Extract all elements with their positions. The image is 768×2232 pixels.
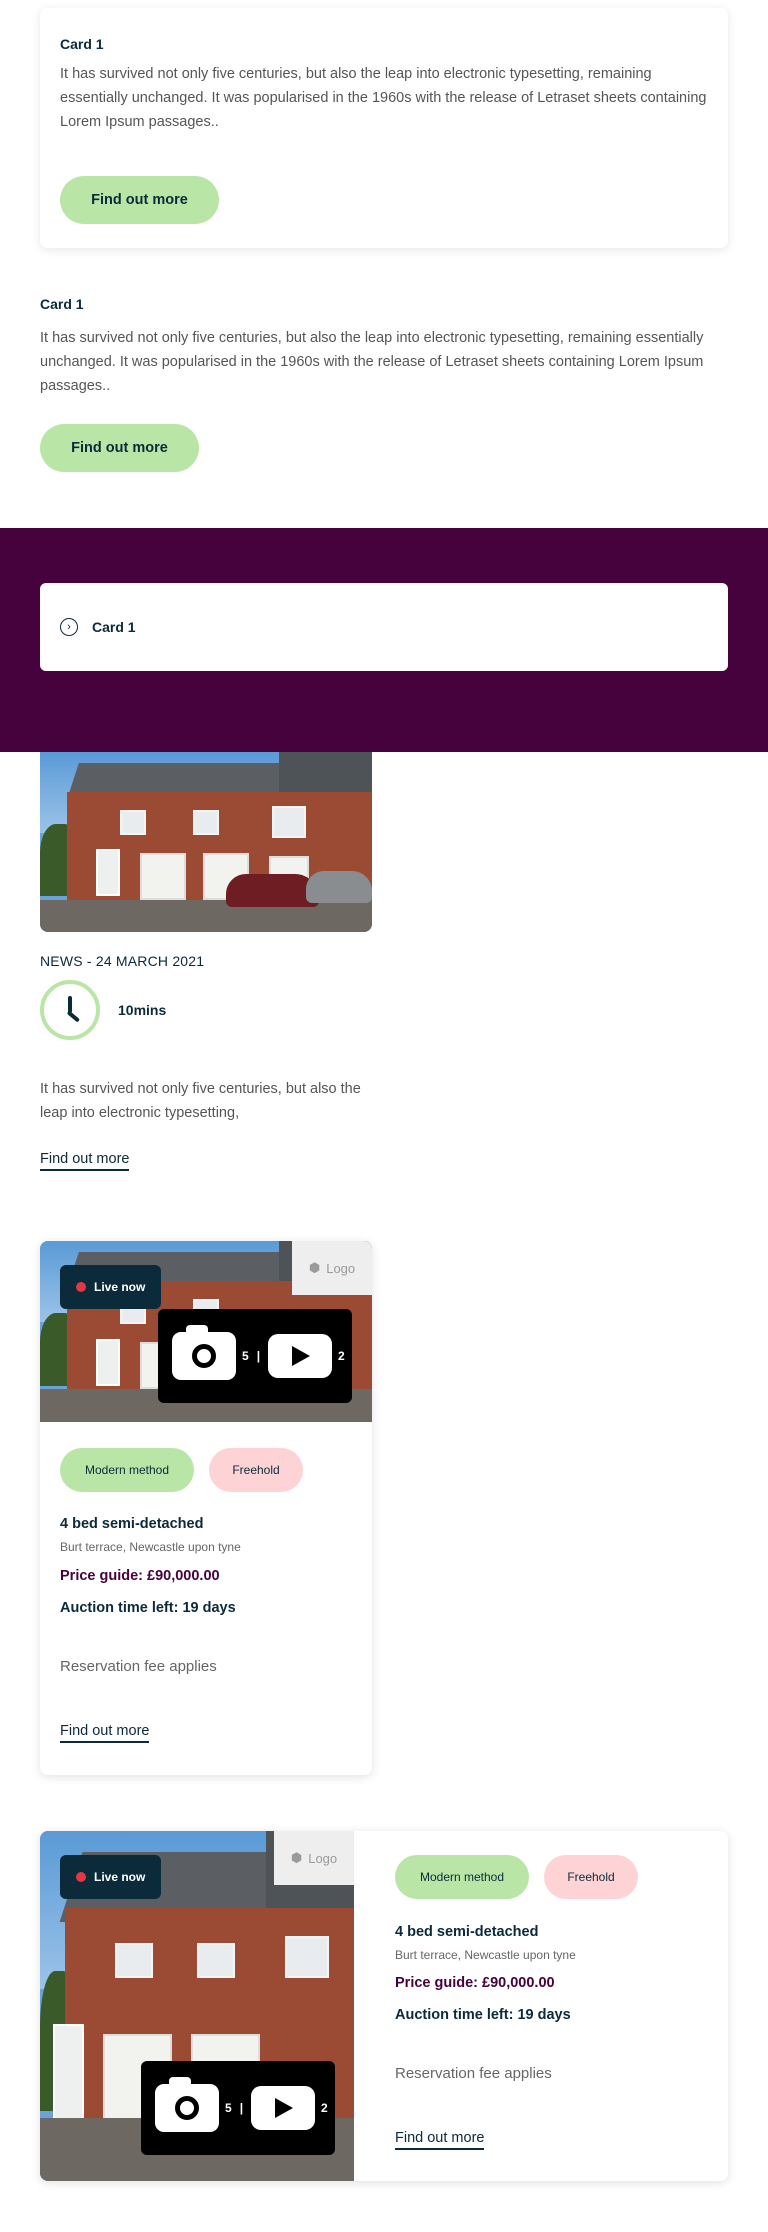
live-now-badge: Live now <box>60 1855 162 1899</box>
card-shadowed: Card 1 It has survived not only five cen… <box>40 8 728 248</box>
card-body: It has survived not only five centuries,… <box>60 66 707 130</box>
live-dot-icon <box>76 1872 86 1882</box>
video-count: 2 <box>321 2101 328 2115</box>
read-time: 10mins <box>118 1002 167 1018</box>
tag-modern-method: Modern method <box>395 1855 529 1899</box>
media-count-box[interactable]: 5 | 2 <box>158 1309 352 1403</box>
clock-icon <box>40 980 100 1040</box>
property-title: 4 bed semi-detached <box>395 1924 539 1940</box>
find-out-more-link[interactable]: Find out more <box>395 2130 485 2150</box>
card-plain: Card 1 It has survived not only five cen… <box>40 296 728 476</box>
video-count: 2 <box>338 1349 345 1363</box>
card-title: Card 1 <box>40 296 84 312</box>
chevron-circle-icon: › <box>60 618 78 636</box>
find-out-more-button[interactable]: Find out more <box>60 176 219 224</box>
property-title: 4 bed semi-detached <box>60 1516 204 1532</box>
tag-freehold: Freehold <box>544 1855 638 1899</box>
tag-freehold: Freehold <box>209 1448 303 1492</box>
accordion-card[interactable]: › Card 1 <box>40 583 728 671</box>
media-divider: | <box>256 1349 261 1363</box>
live-dot-icon <box>76 1282 86 1292</box>
news-image <box>40 752 372 932</box>
agent-logo: ⬢ Logo <box>274 1831 354 1885</box>
reservation-fee: Reservation fee applies <box>60 1658 217 1675</box>
photo-count: 5 <box>225 2101 232 2115</box>
find-out-more-button[interactable]: Find out more <box>40 424 199 472</box>
live-label: Live now <box>94 1280 146 1294</box>
news-body: It has survived not only five centuries,… <box>40 1081 361 1121</box>
media-count-box[interactable]: 5 | 2 <box>141 2061 335 2155</box>
card-title: Card 1 <box>92 619 136 635</box>
tag-modern-method: Modern method <box>60 1448 194 1492</box>
agent-logo: ⬢ Logo <box>292 1241 372 1295</box>
reservation-fee: Reservation fee applies <box>395 2065 552 2082</box>
logo-icon: ⬢ <box>308 1260 321 1275</box>
auction-time-left: Auction time left: 19 days <box>60 1600 236 1616</box>
play-video-icon <box>251 2086 316 2130</box>
price-guide: Price guide: £90,000.00 <box>395 1975 555 1991</box>
logo-icon: ⬢ <box>290 1850 303 1865</box>
live-now-badge: Live now <box>60 1265 162 1309</box>
media-divider: | <box>239 2101 244 2115</box>
camera-icon <box>172 1325 236 1380</box>
photo-count: 5 <box>242 1349 249 1363</box>
play-video-icon <box>268 1334 333 1378</box>
property-card-vertical[interactable]: Live now ⬢ Logo 5 | 2 Modern method Freeh… <box>40 1241 372 1775</box>
live-label: Live now <box>94 1870 146 1884</box>
card-title: Card 1 <box>60 36 104 52</box>
property-card-horizontal[interactable]: Live now ⬢ Logo 5 | 2 Modern method Freeh… <box>40 1831 728 2181</box>
find-out-more-link[interactable]: Find out more <box>40 1151 130 1171</box>
card-body: It has survived not only five centuries,… <box>40 330 704 394</box>
camera-icon <box>155 2077 219 2132</box>
news-meta: NEWS - 24 MARCH 2021 <box>40 953 205 969</box>
auction-time-left: Auction time left: 19 days <box>395 2007 571 2023</box>
price-guide: Price guide: £90,000.00 <box>60 1568 220 1584</box>
property-address: Burt terrace, Newcastle upon tyne <box>60 1540 241 1554</box>
find-out-more-link[interactable]: Find out more <box>60 1723 150 1743</box>
property-address: Burt terrace, Newcastle upon tyne <box>395 1948 576 1962</box>
